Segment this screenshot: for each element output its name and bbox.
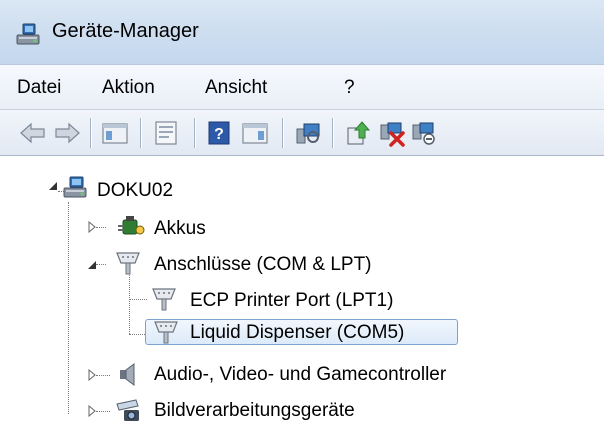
- tree-connector: [129, 299, 147, 300]
- toolbar-separator: [282, 118, 283, 148]
- disable-device-icon[interactable]: [377, 119, 407, 147]
- tree-item-root[interactable]: DOKU02: [97, 179, 173, 203]
- collapse-arrow-icon[interactable]: [86, 259, 98, 271]
- battery-icon: [118, 216, 145, 235]
- toolbar: ?: [0, 110, 604, 156]
- forward-arrow-icon[interactable]: [52, 119, 82, 147]
- tree-connector: [96, 375, 110, 376]
- tree-connector: [129, 334, 145, 335]
- properties-icon[interactable]: [151, 119, 181, 147]
- show-action-pane-icon[interactable]: [240, 119, 270, 147]
- tree-connector: [129, 272, 130, 334]
- port-icon: [154, 321, 178, 344]
- tree-connector: [96, 264, 106, 265]
- show-hide-console-tree-icon[interactable]: [100, 119, 130, 147]
- tree-connector: [96, 411, 110, 412]
- computer-icon: [63, 176, 87, 198]
- device-manager-icon: [16, 23, 40, 45]
- menu-action[interactable]: Aktion: [102, 77, 155, 99]
- menu-file[interactable]: Datei: [17, 77, 61, 99]
- toolbar-separator: [140, 118, 141, 148]
- device-manager-window: Geräte-Manager Datei Aktion Ansicht ? ? …: [0, 0, 604, 425]
- port-icon: [152, 288, 176, 311]
- tree-item-label: Liquid Dispenser (COM5): [190, 322, 405, 343]
- svg-text:?: ?: [214, 126, 224, 143]
- toolbar-separator: [194, 118, 195, 148]
- toolbar-separator: [332, 118, 333, 148]
- port-icon: [116, 252, 140, 275]
- speaker-icon: [120, 363, 135, 386]
- camera-icon: [116, 399, 139, 421]
- back-arrow-icon[interactable]: [18, 119, 48, 147]
- tree-item-audio-video[interactable]: Audio-, Video- und Gamecontroller: [154, 363, 446, 387]
- tree-item-liquid-dispenser[interactable]: Liquid Dispenser (COM5): [145, 319, 458, 345]
- update-driver-icon[interactable]: [343, 119, 373, 147]
- tree-item-anschluesse[interactable]: Anschlüsse (COM & LPT): [154, 253, 372, 277]
- toolbar-separator: [90, 118, 91, 148]
- tree-connector: [68, 202, 69, 414]
- title-bar[interactable]: Geräte-Manager: [0, 0, 604, 64]
- tree-item-bildverarbeitung[interactable]: Bildverarbeitungsgeräte: [154, 399, 355, 423]
- tree-item-akkus[interactable]: Akkus: [154, 217, 206, 241]
- window-title: Geräte-Manager: [52, 20, 199, 42]
- menu-bar: Datei Aktion Ansicht ?: [0, 64, 604, 110]
- tree-connector: [96, 227, 106, 228]
- device-tree: DOKU02 Akkus Anschlüsse (COM & LPT) ECP …: [0, 156, 604, 425]
- uninstall-device-icon[interactable]: [409, 119, 439, 147]
- tree-item-ecp-printer-port[interactable]: ECP Printer Port (LPT1): [190, 289, 393, 313]
- scan-hardware-icon[interactable]: [293, 119, 323, 147]
- help-icon[interactable]: ?: [205, 119, 235, 147]
- menu-view[interactable]: Ansicht: [205, 77, 267, 99]
- menu-help[interactable]: ?: [344, 77, 355, 99]
